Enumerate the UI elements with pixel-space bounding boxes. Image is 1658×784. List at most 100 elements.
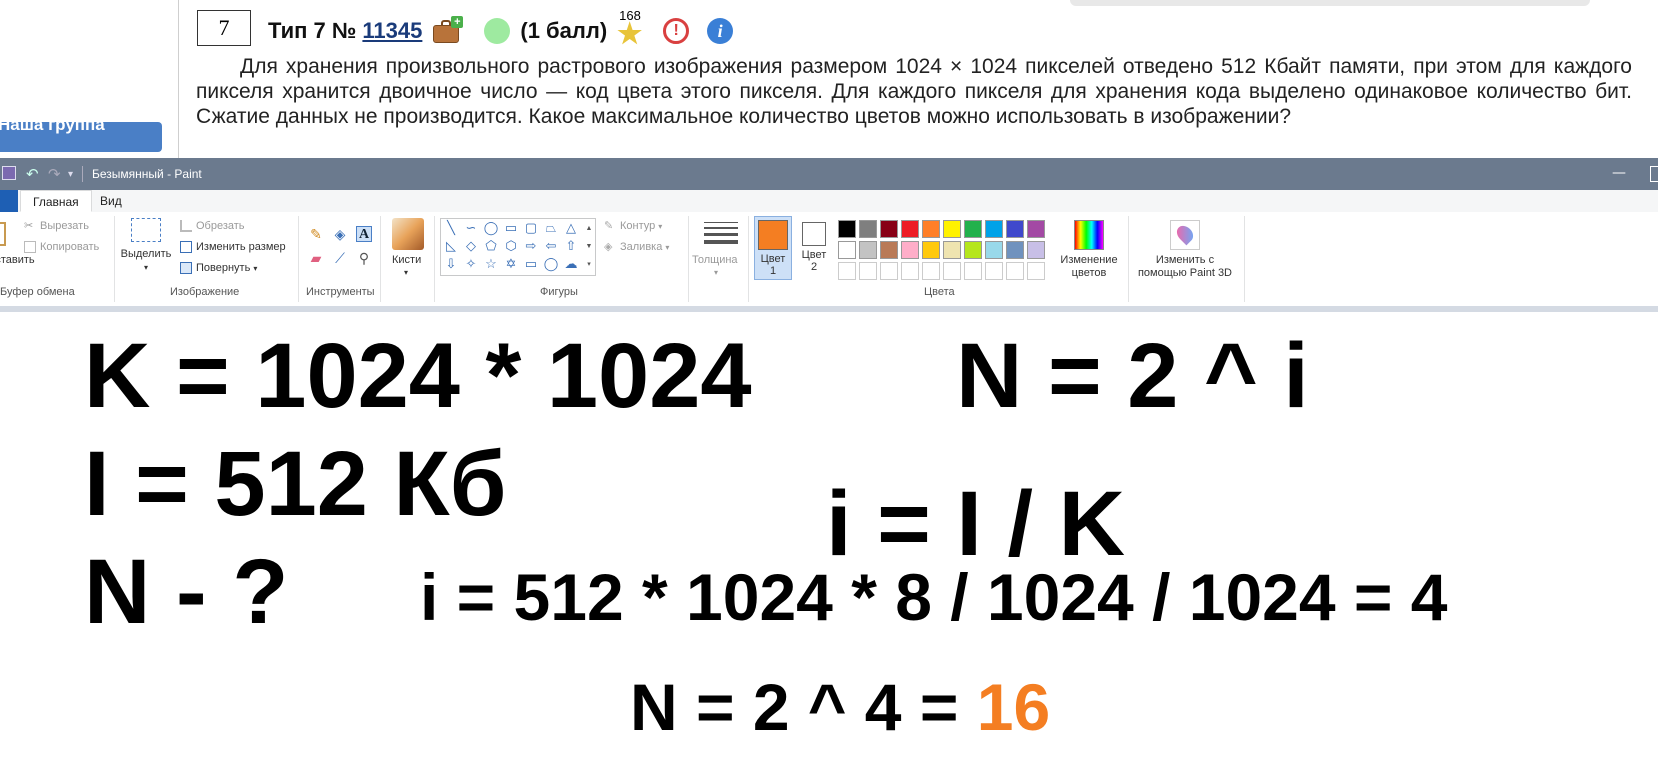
eraser-icon[interactable]: ▰ [308,250,324,266]
pentagon-shape-icon[interactable]: ⬠ [483,238,499,254]
up-arrow-shape-icon[interactable]: ⇧ [563,238,579,254]
palette-swatch[interactable] [964,262,982,280]
tab-home[interactable]: Главная [20,190,92,212]
callout-cloud-shape-icon[interactable]: ☁ [563,256,579,272]
palette-swatch[interactable] [1006,262,1024,280]
edit-colors-button[interactable]: Изменение цветов [1056,218,1122,280]
size-button[interactable]: Толщина [692,254,738,266]
line-shape-icon[interactable]: ╲ [443,220,459,236]
color1-button[interactable]: Цвет 1 [754,216,792,280]
resize-button[interactable]: Изменить размер [180,241,286,253]
briefcase-icon[interactable]: + [432,16,464,43]
paste-icon[interactable] [0,222,6,246]
maximize-button[interactable] [1650,166,1658,182]
palette-swatch[interactable] [922,241,940,259]
palette-swatch[interactable] [1027,220,1045,238]
palette-swatch[interactable] [880,262,898,280]
pencil-icon[interactable]: ✎ [308,226,324,242]
palette-swatch[interactable] [922,220,940,238]
brushes-button[interactable]: Кисти [392,254,421,266]
rotate-label: Повернуть [196,262,251,274]
palette-swatch[interactable] [838,241,856,259]
rectangle-shape-icon[interactable]: ▭ [503,220,519,236]
brush-icon[interactable] [392,218,424,250]
shapes-scrollbar[interactable]: ▲ ▼ ▾ [584,220,594,274]
quick-access-dropdown-icon[interactable]: ▾ [68,166,73,182]
palette-swatch[interactable] [985,262,1003,280]
tab-file[interactable]: Ф [0,190,18,212]
report-error-icon[interactable]: ! [663,18,690,44]
top-panel-edge [1070,0,1590,6]
formula-n: N = 2 ^ i [956,325,1309,427]
palette-swatch[interactable] [943,220,961,238]
magnifier-icon[interactable]: ⚲ [356,250,372,266]
drawing-canvas[interactable]: K = 1024 * 1024 N = 2 ^ i I = 512 Кб i =… [0,312,1658,784]
diamond-shape-icon[interactable]: ◇ [463,238,479,254]
edit-colors-icon [1074,220,1104,250]
palette-swatch[interactable] [985,241,1003,259]
palette-swatch[interactable] [859,262,877,280]
undo-icon[interactable]: ↶ [26,165,39,183]
brushes-dropdown-icon[interactable]: ▾ [404,268,408,277]
image-group-label: Изображение [170,286,240,298]
palette-swatch[interactable] [964,220,982,238]
info-icon[interactable]: i [707,18,734,44]
outline-button[interactable]: ✎ Контур ▾ [604,220,662,232]
color2-button[interactable]: Цвет 2 [796,216,832,280]
copy-button[interactable]: Копировать [24,241,99,253]
oval-shape-icon[interactable]: ◯ [483,220,499,236]
select-button[interactable]: Выделить ▾ [120,218,172,274]
right-triangle-shape-icon[interactable]: ◺ [443,238,459,254]
size-icon[interactable] [704,222,738,248]
task-id-link[interactable]: 11345 [362,18,422,44]
palette-swatch[interactable] [1027,262,1045,280]
tab-view[interactable]: Вид [88,190,134,212]
right-arrow-shape-icon[interactable]: ⇨ [523,238,539,254]
palette-swatch[interactable] [1006,220,1024,238]
palette-swatch[interactable] [943,241,961,259]
down-arrow-shape-icon[interactable]: ⇩ [443,256,459,272]
palette-swatch[interactable] [1006,241,1024,259]
palette-swatch[interactable] [964,241,982,259]
hexagon-shape-icon[interactable]: ⬡ [503,238,519,254]
rounded-rectangle-shape-icon[interactable]: ▢ [523,220,539,236]
five-point-star-shape-icon[interactable]: ☆ [483,256,499,272]
palette-swatch[interactable] [943,262,961,280]
save-icon[interactable] [2,166,16,180]
minimize-button[interactable]: — [1606,158,1632,190]
color-picker-icon[interactable]: ⟋ [332,250,348,266]
paste-button[interactable]: Вставить [0,254,35,266]
palette-swatch[interactable] [880,220,898,238]
crop-button[interactable]: Обрезать [180,220,245,232]
palette-swatch[interactable] [922,262,940,280]
curve-shape-icon[interactable]: ∽ [463,220,479,236]
paint3d-button[interactable]: Изменить с помощью Paint 3D [1132,218,1238,280]
palette-swatch[interactable] [901,262,919,280]
text-tool-icon[interactable]: A [356,226,372,242]
redo-icon[interactable]: ↷ [48,165,61,183]
answer-value: 16 [976,670,1051,744]
fill-button[interactable]: ◈ Заливка ▾ [604,241,669,253]
palette-swatch[interactable] [859,241,877,259]
star-icon[interactable]: ★ 168 [617,8,647,48]
sidebar-group-button[interactable]: Наша группа [0,122,162,152]
palette-swatch[interactable] [985,220,1003,238]
rotate-button[interactable]: Повернуть ▾ [180,262,257,274]
palette-swatch[interactable] [838,220,856,238]
four-point-star-shape-icon[interactable]: ✧ [463,256,479,272]
palette-swatch[interactable] [859,220,877,238]
palette-swatch[interactable] [838,262,856,280]
palette-swatch[interactable] [901,241,919,259]
palette-swatch[interactable] [1027,241,1045,259]
callout-rect-shape-icon[interactable]: ▭ [523,256,539,272]
fill-bucket-icon[interactable]: ◈ [332,226,348,242]
triangle-shape-icon[interactable]: △ [563,220,579,236]
size-dropdown-icon[interactable]: ▾ [714,268,718,277]
callout-oval-shape-icon[interactable]: ◯ [543,256,559,272]
palette-swatch[interactable] [901,220,919,238]
palette-swatch[interactable] [880,241,898,259]
polygon-shape-icon[interactable]: ⏢ [543,220,559,236]
cut-button[interactable]: ✂ Вырезать [24,220,89,232]
six-point-star-shape-icon[interactable]: ✡ [503,256,519,272]
left-arrow-shape-icon[interactable]: ⇦ [543,238,559,254]
